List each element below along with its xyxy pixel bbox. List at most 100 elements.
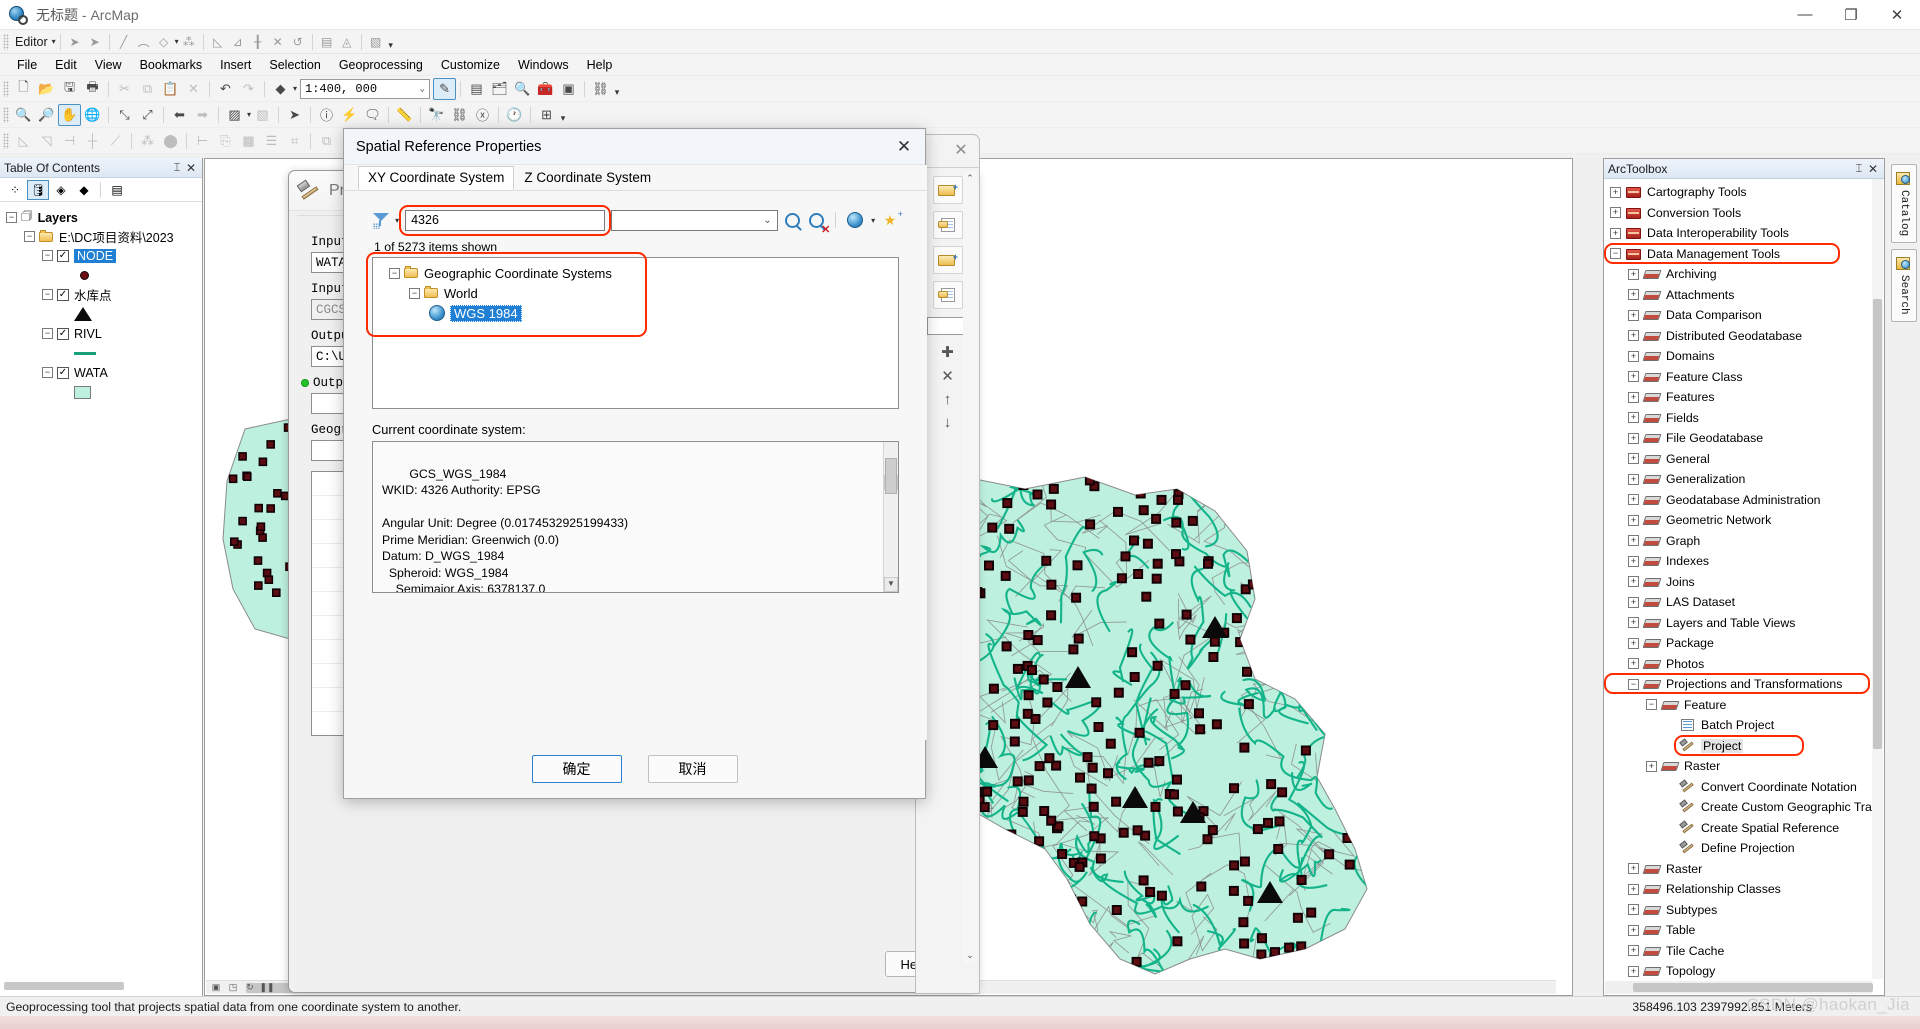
editor-toolbar-overflow[interactable]: ▾ [386, 33, 396, 51]
pin-icon[interactable]: ⌶ [170, 160, 184, 175]
standard-toolbar-overflow[interactable]: ▾ [612, 80, 622, 98]
arctoolbox-item-package[interactable]: + Package [1606, 633, 1872, 654]
expand-icon[interactable]: + [1628, 617, 1639, 629]
details-vertical-scrollbar[interactable]: ▲ ▼ [883, 442, 898, 592]
close-icon[interactable]: ✕ [949, 139, 973, 161]
expand-icon[interactable]: + [1610, 186, 1621, 198]
arctoolbox-item-domains[interactable]: + Domains [1606, 346, 1872, 367]
menu-insert[interactable]: Insert [211, 56, 260, 74]
pan-icon[interactable]: ✋ [58, 103, 81, 126]
add-coordinate-system-button[interactable]: + [932, 176, 963, 204]
scroll-up-button[interactable]: ⌃ [963, 171, 977, 186]
layer-visibility-checkbox[interactable]: ✓ [57, 366, 69, 379]
arctoolbox-item-features[interactable]: + Features [1606, 387, 1872, 408]
add-coordinate-system-button-2[interactable]: + [932, 246, 963, 274]
chevron-down-icon[interactable]: ⌄ [420, 84, 425, 94]
coordinate-system-tree[interactable]: − Geographic Coordinate Systems − World … [372, 257, 899, 409]
pause-icon[interactable]: ❚❚ [259, 981, 274, 993]
arctoolbox-item-attachments[interactable]: + Attachments [1606, 285, 1872, 306]
toc-layer-label-reservoir[interactable]: 水库点 [74, 285, 112, 304]
globe-add-icon[interactable] [846, 210, 864, 230]
paste-icon[interactable]: 📋 [159, 78, 182, 100]
delete-icon[interactable]: ✕ [182, 78, 205, 100]
arctoolbox-item-general[interactable]: + General [1606, 449, 1872, 470]
list-by-visibility-icon[interactable]: ◈ [50, 180, 72, 200]
select-features-icon[interactable]: ▨ [223, 104, 246, 126]
arctoolbox-item-fields[interactable]: + Fields [1606, 408, 1872, 429]
expand-icon[interactable]: + [1628, 596, 1639, 608]
toc-layer-label-wata[interactable]: WATA [74, 366, 108, 380]
coordinate-system-search-input[interactable]: 4326 [405, 209, 606, 231]
toc-layer-wata[interactable]: − ✓ WATA [4, 363, 198, 382]
expand-icon[interactable]: + [1628, 965, 1639, 977]
arctoolbox-item-raster[interactable]: + Raster [1606, 756, 1872, 777]
arctoolbox-item-create-custom-geographic-trans[interactable]: Create Custom Geographic Trans [1606, 797, 1872, 818]
scrollbar-thumb[interactable] [1873, 299, 1882, 749]
arctoolbox-item-tile-cache[interactable]: + Tile Cache [1606, 941, 1872, 962]
map-scale-combo[interactable]: 1:400, 000 ⌄ [300, 78, 431, 99]
layer-visibility-checkbox[interactable]: ✓ [57, 288, 69, 301]
filter-caret-icon[interactable]: ▾ [395, 216, 399, 225]
arctoolbox-item-projections-and-transformations[interactable]: − Projections and Transformations [1604, 673, 1872, 695]
search-icon[interactable] [784, 210, 802, 230]
arctoolbox-item-feature-class[interactable]: + Feature Class [1606, 367, 1872, 388]
dock-tab-search[interactable]: Search [1891, 249, 1917, 322]
cut-icon[interactable]: ✂ [113, 78, 136, 100]
expand-icon[interactable]: + [1628, 371, 1639, 383]
split-icon[interactable]: ⊿ [228, 33, 248, 51]
undo-icon[interactable]: ↶ [214, 78, 237, 100]
globe-caret-icon[interactable]: ▾ [871, 216, 875, 225]
edit-arrow-annotation-icon[interactable]: ➤ [85, 33, 105, 51]
close-icon[interactable]: ✕ [1866, 162, 1880, 176]
scrollbar-thumb[interactable] [885, 458, 897, 494]
fixed-zoom-in-icon[interactable]: ⤡ [113, 104, 136, 126]
point-cloud-icon[interactable]: ⁂ [179, 33, 199, 51]
toc-symbol-wata[interactable] [4, 382, 198, 402]
clear-selection-icon[interactable]: ▧ [251, 104, 274, 126]
cancel-button[interactable]: 取消 [647, 755, 738, 783]
close-button[interactable]: ✕ [1874, 0, 1920, 30]
layer-visibility-checkbox[interactable]: ✓ [57, 327, 69, 340]
collapse-icon[interactable]: − [24, 231, 35, 242]
intersect-icon[interactable]: ✕ [268, 33, 288, 51]
toc-datasource[interactable]: − E:\DC项目资料\2023 [4, 227, 198, 246]
import-coordinate-system-button[interactable] [932, 211, 963, 239]
minimize-button[interactable]: — [1782, 0, 1828, 30]
chevron-down-icon[interactable]: ⌄ [763, 215, 771, 226]
measure-icon[interactable]: 📏 [393, 104, 416, 126]
collapse-icon[interactable]: − [1610, 248, 1621, 260]
tree-node-wgs-1984[interactable]: WGS 1984 [379, 303, 892, 323]
toc-layer-label-node[interactable]: NODE [74, 248, 117, 263]
coordinate-system-combo[interactable]: ⌄ [611, 209, 778, 231]
expand-icon[interactable]: + [1628, 473, 1639, 485]
toolbar-grip[interactable] [3, 132, 9, 149]
save-icon[interactable]: 🖫 [58, 78, 81, 100]
toc-layer-label-rivl[interactable]: RIVL [74, 327, 102, 341]
arctoolbox-item-geodatabase-administration[interactable]: + Geodatabase Administration [1606, 490, 1872, 511]
expand-icon[interactable]: + [1628, 453, 1639, 465]
expand-icon[interactable]: + [1628, 350, 1639, 362]
go-to-xy-icon[interactable]: ⓧ [471, 104, 494, 126]
expand-icon[interactable]: + [1628, 330, 1639, 342]
arctoolbox-item-raster[interactable]: + Raster [1606, 859, 1872, 880]
arctoolbox-horizontal-scrollbar[interactable] [1605, 981, 1873, 994]
go-next-extent-icon[interactable]: ➡ [191, 104, 214, 126]
arctoolbox-item-data-comparison[interactable]: + Data Comparison [1606, 305, 1872, 326]
toc-layer-rivl[interactable]: − ✓ RIVL [4, 324, 198, 343]
expand-icon[interactable]: + [1628, 863, 1639, 875]
expand-icon[interactable]: + [1646, 760, 1657, 772]
undo-help-icon[interactable]: ↺ [288, 33, 308, 51]
menu-bookmarks[interactable]: Bookmarks [131, 56, 212, 74]
edit-vertices-icon[interactable]: ▧ [366, 33, 386, 51]
menu-geoprocessing[interactable]: Geoprocessing [330, 56, 432, 74]
go-back-extent-icon[interactable]: ⬅ [168, 104, 191, 126]
expand-icon[interactable]: + [1628, 945, 1639, 957]
expand-icon[interactable]: + [1628, 924, 1639, 936]
toc-symbol-reservoir[interactable] [4, 304, 198, 324]
arctoolbox-item-create-spatial-reference[interactable]: Create Spatial Reference [1606, 818, 1872, 839]
refresh-icon[interactable]: ↻ [243, 981, 257, 993]
editor-menu-button[interactable]: Editor [12, 35, 51, 49]
find-route-icon[interactable]: ⛓ [448, 104, 471, 126]
model-builder-icon[interactable]: ⛓ [589, 78, 612, 100]
time-slider-icon[interactable]: 🕐 [503, 104, 526, 126]
